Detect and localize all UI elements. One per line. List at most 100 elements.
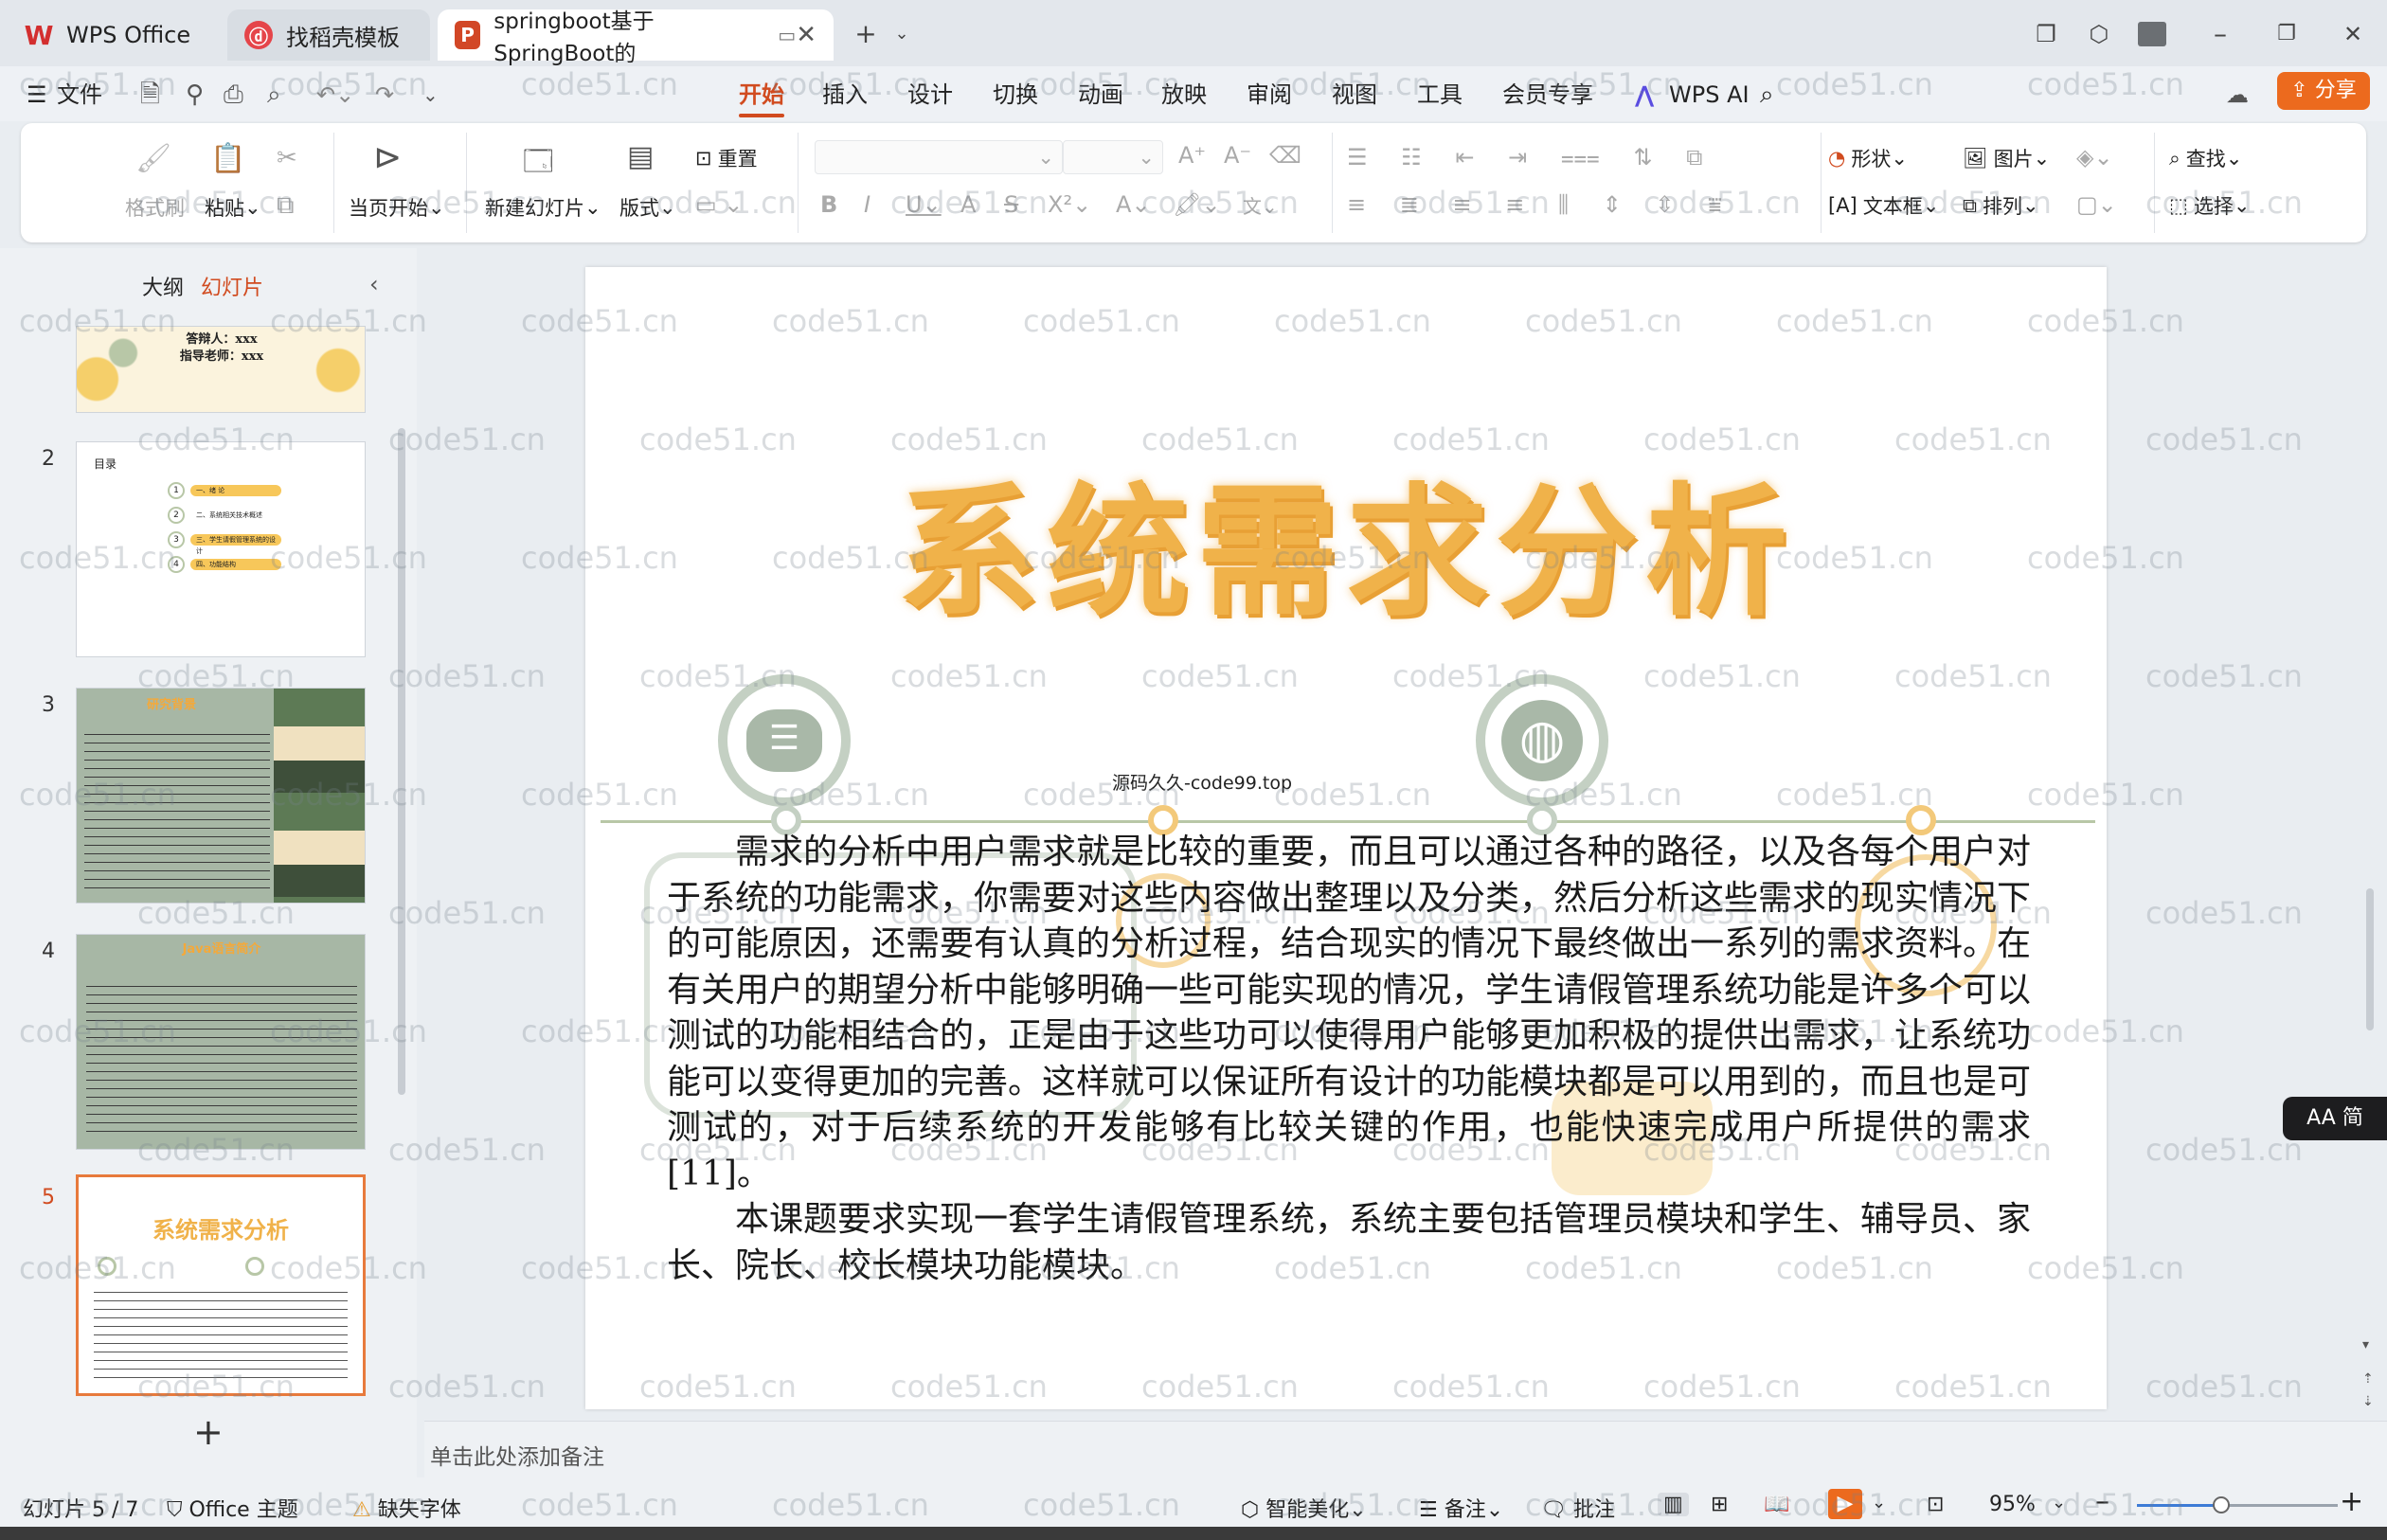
font-color-icon[interactable]: A⌄ [1116, 191, 1151, 218]
font-family-select[interactable]: ⌄ [815, 140, 1063, 174]
print-icon[interactable]: ⎙ [224, 76, 243, 114]
notes-button[interactable]: ☰ 备注⌄ [1419, 1493, 1503, 1523]
underline-icon[interactable]: U⌄ [906, 191, 942, 218]
menu-insert[interactable]: 插入 [822, 76, 868, 114]
picture-button[interactable]: 🖼 图片 ⌄ [1963, 144, 2050, 172]
undo-icon[interactable]: ↶⌄ [316, 76, 354, 114]
arrange-button[interactable]: ⧉ 排列 ⌄ [1963, 191, 2039, 220]
chevron-down-icon[interactable]: ⌄ [1872, 1493, 1886, 1513]
collapse-panel-icon[interactable]: ‹ [369, 271, 379, 297]
menu-view[interactable]: 视图 [1332, 76, 1377, 114]
fit-window-icon[interactable]: ⊡ [1927, 1493, 1944, 1516]
tab-document[interactable]: P springboot基于SpringBoot的 ▭ ✕ [438, 9, 834, 66]
missing-fonts-button[interactable]: ⚠ 缺失字体 [352, 1493, 461, 1523]
cut-icon[interactable]: ✂ [277, 144, 297, 172]
font-size-select[interactable]: ⌄ [1063, 140, 1163, 174]
slide-title[interactable]: 系统需求分析 [585, 438, 2107, 643]
menu-design[interactable]: 设计 [907, 76, 953, 114]
pin-icon[interactable]: ⚲ [186, 76, 204, 114]
reading-view-icon[interactable]: 📖 [1764, 1493, 1789, 1516]
menu-animation[interactable]: 动画 [1078, 76, 1123, 114]
share-button[interactable]: ⇪ 分享 [2277, 72, 2370, 110]
menu-membership[interactable]: 会员专享 [1502, 76, 1593, 114]
menu-home[interactable]: 开始 [739, 76, 784, 117]
avatar[interactable] [2131, 13, 2173, 55]
fill-icon[interactable]: ◈⌄ [2076, 144, 2113, 170]
wps-ai-icon[interactable]: ⋀ [1635, 76, 1654, 114]
format-painter-button[interactable]: 🖌 [125, 142, 182, 175]
shape-button[interactable]: ◔ 形状 ⌄ [1828, 144, 1908, 172]
menu-tools[interactable]: 工具 [1417, 76, 1463, 114]
outline-icon[interactable]: ▢⌄ [2076, 191, 2117, 218]
search-icon[interactable]: ⌕ [1760, 76, 1774, 114]
zoom-level[interactable]: 95% [1989, 1493, 2036, 1516]
menu-review[interactable]: 审阅 [1247, 76, 1292, 114]
italic-icon[interactable]: I [864, 191, 870, 218]
clear-format-icon[interactable]: ⌫ [1269, 142, 1301, 169]
print-preview-icon[interactable]: ⌕ [267, 76, 281, 114]
strikethrough-icon[interactable]: S [1004, 191, 1018, 218]
tab-outline[interactable]: 大纲 [142, 271, 184, 301]
slide-sorter-icon[interactable]: ⊞ [1711, 1493, 1728, 1516]
slide-canvas[interactable]: 系统需求分析 ☰ ◍ 源码久久-code99.top 需求的分析中用户需求就是比… [585, 267, 2107, 1409]
text-outline-icon[interactable]: A [960, 191, 976, 218]
menu-slideshow[interactable]: 放映 [1161, 76, 1207, 114]
text-size-toggle-button[interactable]: AA 简 [2283, 1097, 2387, 1140]
slide-thumbnail-2[interactable]: 目录 1 一、绪 论 2 二、系统相关技术概述 3 三、学生请假管理系统的设计 4 四、… [76, 441, 366, 657]
scroll-down-icon[interactable]: ▾ [2362, 1337, 2369, 1352]
select-button[interactable]: ⬚ 选择 ⌄ [2169, 191, 2250, 220]
zoom-slider-thumb[interactable] [2213, 1496, 2230, 1513]
slide-thumbnail-5[interactable]: 系统需求分析 [76, 1174, 366, 1396]
increase-font-icon[interactable]: A⁺ [1178, 142, 1206, 169]
layout-button[interactable]: 版式 ⌄ [619, 193, 676, 222]
maximize-icon[interactable]: ❐ [2266, 13, 2307, 55]
paragraph-tools-row1[interactable]: ☰ ☷ ⇤ ⇥ ⩶ ⇅ ⧉ [1347, 144, 1715, 170]
slideshow-play-icon[interactable]: ▶ [1828, 1489, 1862, 1519]
paragraph-tools-row2[interactable]: ≡ ≣ ≡ ≡ ⫼ ⇕ ⇳ ⩸ [1347, 191, 1735, 218]
window-layout-icon[interactable]: ❐ [2025, 13, 2067, 55]
close-window-icon[interactable]: ✕ [2332, 13, 2374, 55]
textbox-button[interactable]: [A] 文本框 ⌄ [1828, 191, 1939, 220]
tab-slides[interactable]: 幻灯片 [201, 271, 263, 301]
comments-button[interactable]: 🗨 批注 [1540, 1493, 1615, 1523]
theme-button[interactable]: ⛉ Office 主题 [167, 1493, 298, 1523]
menu-transition[interactable]: 切换 [993, 76, 1038, 114]
normal-view-icon[interactable]: ▥ [1658, 1493, 1689, 1516]
chevron-down-icon[interactable]: ⌄ [881, 13, 923, 55]
new-slide-button[interactable]: 新建幻灯片 ⌄ [485, 193, 601, 222]
slide-thumbnail-4[interactable]: Java语言简介 [76, 934, 366, 1150]
scrollbar-thumb[interactable] [2366, 888, 2374, 1030]
slide-thumbnail-1[interactable]: 答辩人：xxx 指导老师：xxx [76, 326, 366, 413]
save-icon[interactable]: 🗎 [140, 76, 160, 114]
minimize-icon[interactable]: – [2199, 13, 2241, 55]
redo-icon[interactable]: ↷ [375, 76, 394, 114]
slide-caption[interactable]: 源码久久-code99.top [1112, 769, 1292, 795]
menu-file[interactable]: 文件 [57, 76, 102, 114]
play-from-current-button[interactable]: 当页开始 ⌄ [349, 193, 445, 222]
decrease-font-icon[interactable]: A⁻ [1224, 142, 1251, 169]
next-slide-icon[interactable]: ⇣ [2362, 1394, 2374, 1409]
close-tab-icon[interactable]: ✕ [796, 21, 817, 49]
tab-docer[interactable]: ⓓ 找稻壳模板 [227, 9, 430, 61]
menu-wps-ai[interactable]: WPS AI [1669, 76, 1750, 114]
superscript-icon[interactable]: X²⌄ [1048, 191, 1091, 218]
tab-wps-office[interactable]: W WPS Office [8, 9, 224, 61]
chevron-down-icon[interactable]: ⌄ [422, 76, 439, 114]
find-button[interactable]: ⌕ 查找 ⌄ [2169, 144, 2242, 172]
reset-button[interactable]: ⊡ 重置 [695, 144, 758, 172]
vertical-scrollbar[interactable]: ▾ ⇡ ⇣ [2353, 248, 2387, 1421]
zoom-out-icon[interactable]: – [2095, 1485, 2109, 1518]
beautify-button[interactable]: ⬡ 智能美化⌄ [1241, 1493, 1367, 1523]
cloud-icon[interactable]: ☁ [2226, 76, 2249, 114]
add-slide-button[interactable]: + [193, 1411, 224, 1453]
bold-icon[interactable]: B [820, 191, 837, 218]
section-icon[interactable]: ▭ ⌄ [695, 191, 743, 218]
panel-scrollbar[interactable] [398, 428, 405, 1095]
slide-thumbnail-3[interactable]: 研究背景 [76, 688, 366, 904]
paste-button[interactable]: 粘贴 ⌄ [205, 193, 261, 222]
zoom-in-icon[interactable]: + [2340, 1485, 2363, 1518]
chevron-down-icon[interactable]: ⌄ [2052, 1493, 2066, 1513]
phonetic-icon[interactable]: 文⌄ [1243, 191, 1278, 219]
prev-slide-icon[interactable]: ⇡ [2362, 1371, 2374, 1387]
notes-area[interactable]: 单击此处添加备注 [424, 1421, 2387, 1477]
